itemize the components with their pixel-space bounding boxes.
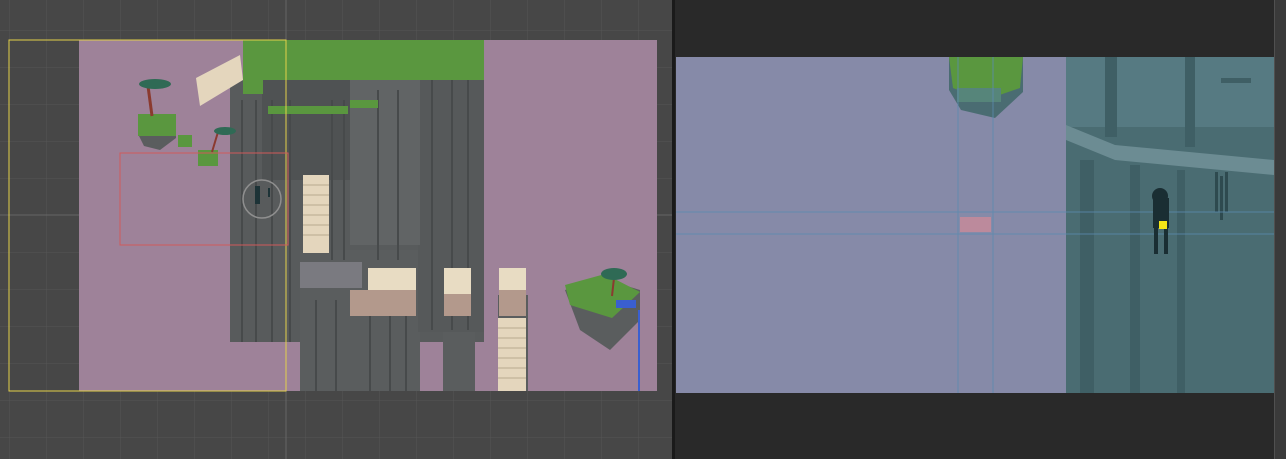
camera-deadzone [960,217,991,232]
player-marker [1159,221,1167,229]
game-view-panel[interactable] [675,0,1286,459]
game-cliff [1066,57,1274,393]
right-edge-scrollbar[interactable] [1274,0,1286,459]
scene-view-panel[interactable] [0,0,672,459]
game-view-canvas[interactable] [675,0,1286,459]
scene-view-canvas[interactable] [0,0,672,459]
scene-view-label [0,0,1,1]
